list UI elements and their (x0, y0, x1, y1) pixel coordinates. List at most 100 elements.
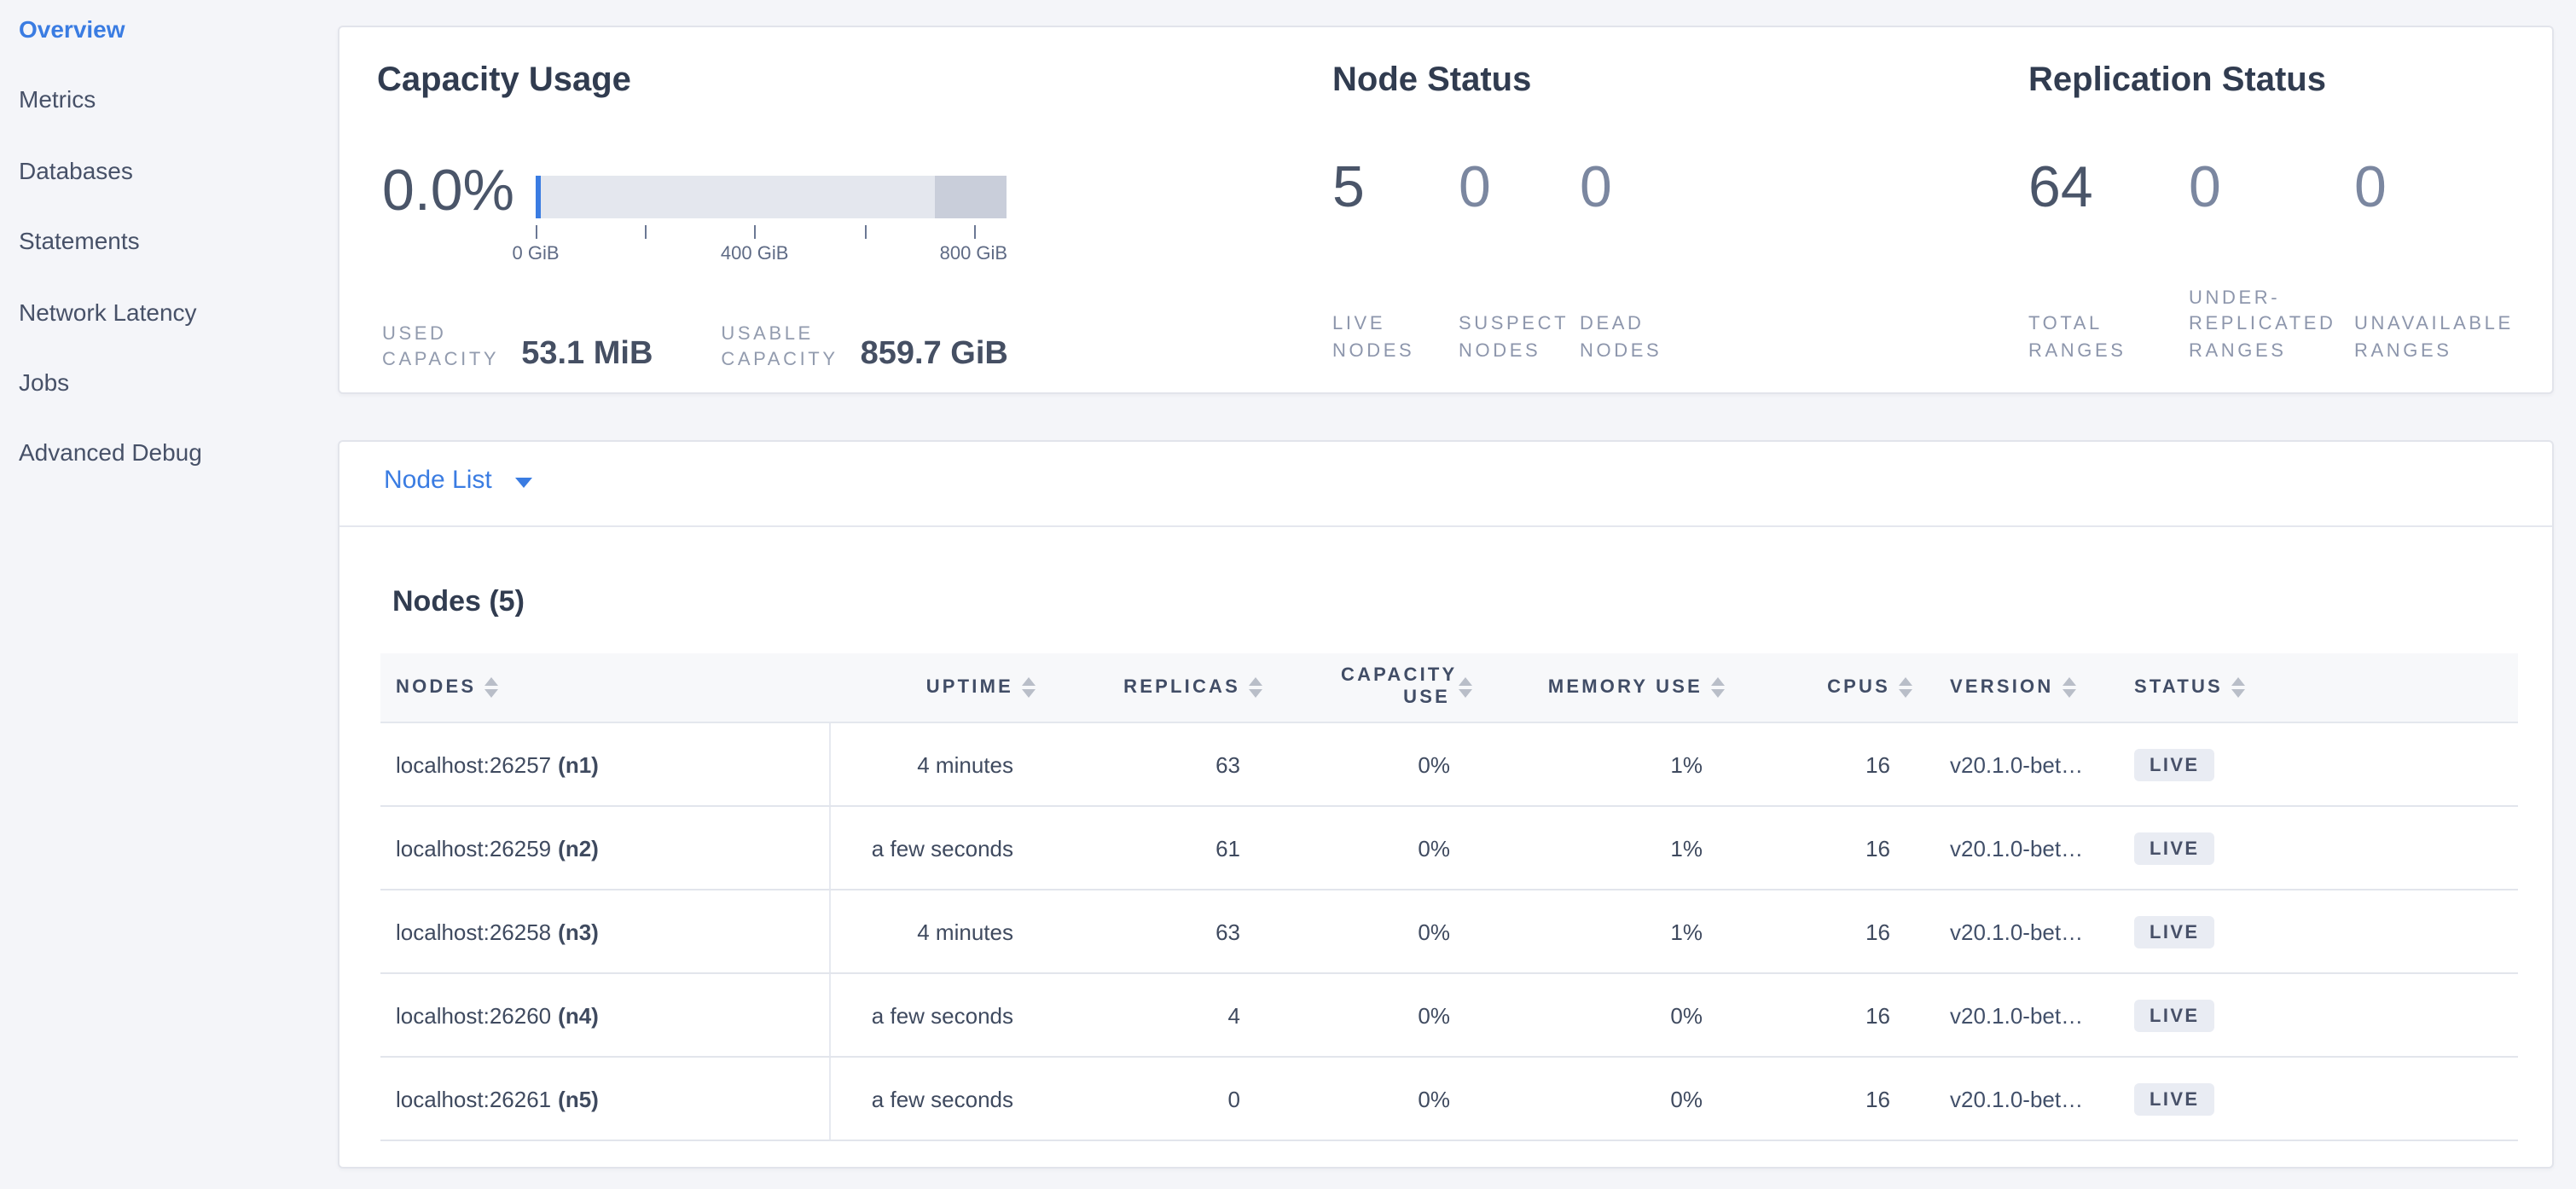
cpus-cell: 16 (1725, 974, 1912, 1056)
stat-value: 64 (2028, 154, 2093, 222)
axis-tick-label: 800 GiB (940, 244, 1008, 264)
memory-use-cell: 0% (1472, 1058, 1725, 1140)
stat-label: TOTALRANGES (2028, 312, 2126, 365)
replicas-cell: 61 (1036, 807, 1262, 889)
version-cell: v20.1.0-bet… (1912, 807, 2134, 889)
stat-value: 0 (1580, 154, 1612, 222)
nodes-table-header: NODES UPTIME REPLICAS CAPACITY USE MEMOR… (380, 653, 2518, 723)
used-capacity-label: USEDCAPACITY (382, 322, 499, 374)
stat-label: UNAVAILABLERANGES (2354, 312, 2514, 365)
node-list-card: Node List Nodes (5) NODES UPTIME REPLICA… (338, 440, 2554, 1169)
column-header-capacity-use[interactable]: CAPACITY USE (1262, 653, 1472, 722)
chevron-down-icon (516, 477, 533, 487)
capacity-used-percent: 0.0% (382, 157, 514, 225)
status-badge: LIVE (2134, 1082, 2215, 1115)
capacity-use-cell: 0% (1262, 807, 1472, 889)
stat-value: 0 (2354, 154, 2387, 222)
table-row[interactable]: localhost:26260(n4) a few seconds 4 0% 0… (380, 974, 2518, 1058)
uptime-cell: a few seconds (831, 1058, 1036, 1140)
table-row[interactable]: localhost:26259(n2) a few seconds 61 0% … (380, 807, 2518, 890)
node-address[interactable]: localhost:26259 (396, 835, 551, 861)
stat-value: 0 (1459, 154, 1491, 222)
node-address[interactable]: localhost:26258 (396, 919, 551, 944)
stat-dead-nodes: 0DEADNODES (1580, 154, 1662, 365)
capacity-use-cell: 0% (1262, 974, 1472, 1056)
cpus-cell: 16 (1725, 1058, 1912, 1140)
sort-icon (484, 677, 498, 698)
uptime-cell: 4 minutes (831, 723, 1036, 805)
version-cell: v20.1.0-bet… (1912, 890, 2134, 972)
node-address[interactable]: localhost:26257 (396, 751, 551, 777)
nodes-table-body: localhost:26257 (n1) 4 minutes 63 0% 1% 1… (380, 723, 2518, 1141)
column-header-uptime[interactable]: UPTIME (831, 653, 1036, 722)
nodes-table: NODES UPTIME REPLICAS CAPACITY USE MEMOR… (380, 653, 2518, 1141)
column-header-nodes[interactable]: NODES (380, 653, 831, 722)
table-row[interactable]: localhost:26261(n5) a few seconds 0 0% 0… (380, 1058, 2518, 1141)
sidebar: OverviewMetricsDatabasesStatementsNetwor… (0, 0, 334, 1189)
nodes-count-heading: Nodes (5) (392, 585, 525, 619)
memory-use-cell: 1% (1472, 890, 1725, 972)
capacity-bar-dark-segment (935, 176, 1007, 218)
node-id: (n2) (558, 835, 599, 861)
axis-tick (973, 225, 975, 239)
replication-status-title: Replication Status (2028, 61, 2326, 101)
stat-total-ranges: 64 TOTALRANGES (2028, 154, 2126, 365)
memory-use-cell: 1% (1472, 807, 1725, 889)
axis-tick-label: 0 GiB (512, 244, 559, 264)
axis-tick (864, 225, 866, 239)
stat-value: 5 (1332, 154, 1365, 222)
node-address[interactable]: localhost:26260 (396, 1002, 551, 1028)
sidebar-item-advanced-debug[interactable]: Advanced Debug (0, 429, 334, 500)
uptime-cell: a few seconds (831, 974, 1036, 1056)
stat-suspect-nodes: 0 SUSPECTNODES (1459, 154, 1569, 365)
node-id: (n3) (558, 919, 599, 944)
memory-use-cell: 1% (1472, 723, 1725, 805)
table-row[interactable]: localhost:26258(n3) 4 minutes 63 0% 1% 1… (380, 890, 2518, 974)
node-list-header-bar: Node List (339, 442, 2552, 527)
node-id: (n1) (558, 751, 599, 777)
capacity-use-cell: 0% (1262, 723, 1472, 805)
usable-capacity-label: USABLECAPACITY (721, 322, 838, 374)
column-header-cpus[interactable]: CPUS (1725, 653, 1912, 722)
used-capacity-value: 53.1 MiB (521, 336, 653, 374)
cluster-summary-card: Capacity Usage 0.0% 0 GiB400 GiB800 GiB … (338, 26, 2554, 394)
capacity-stats: USEDCAPACITY 53.1 MiB USABLECAPACITY 859… (382, 322, 1008, 374)
version-cell: v20.1.0-bet… (1912, 974, 2134, 1056)
table-row[interactable]: localhost:26257 (n1) 4 minutes 63 0% 1% 1… (380, 723, 2518, 807)
node-id: (n5) (558, 1086, 599, 1111)
replicas-cell: 63 (1036, 890, 1262, 972)
stat-label: UNDER-REPLICATEDRANGES (2189, 286, 2336, 365)
node-status-title: Node Status (1332, 61, 1531, 101)
stat-label: LIVENODES (1332, 312, 1414, 365)
stat-live-nodes: 5 LIVENODES (1332, 154, 1414, 365)
cpus-cell: 16 (1725, 807, 1912, 889)
usable-capacity-value: 859.7 GiB (861, 336, 1008, 374)
column-header-status[interactable]: STATUS (2134, 653, 2518, 722)
node-id: (n4) (558, 1002, 599, 1028)
capacity-usage-title: Capacity Usage (377, 61, 631, 101)
version-cell: v20.1.0-bet… (1912, 1058, 2134, 1140)
capacity-use-cell: 0% (1262, 890, 1472, 972)
axis-tick (645, 225, 647, 239)
column-header-replicas[interactable]: REPLICAS (1036, 653, 1262, 722)
node-address[interactable]: localhost:26261 (396, 1086, 551, 1111)
node-list-dropdown-label: Node List (384, 466, 492, 495)
sidebar-item-network-latency[interactable]: Network Latency (0, 287, 334, 358)
column-header-memory-use[interactable]: MEMORY USE (1472, 653, 1725, 722)
sidebar-item-jobs[interactable]: Jobs (0, 358, 334, 429)
sidebar-item-metrics[interactable]: Metrics (0, 76, 334, 147)
uptime-cell: a few seconds (831, 807, 1036, 889)
sidebar-item-databases[interactable]: Databases (0, 147, 334, 218)
sort-icon (1899, 677, 1912, 698)
sidebar-item-overview[interactable]: Overview (0, 5, 334, 76)
uptime-cell: 4 minutes (831, 890, 1036, 972)
sidebar-item-statements[interactable]: Statements (0, 217, 334, 287)
replicas-cell: 63 (1036, 723, 1262, 805)
cpus-cell: 16 (1725, 723, 1912, 805)
status-badge: LIVE (2134, 915, 2215, 948)
node-list-dropdown[interactable]: Node List (384, 466, 533, 495)
stat-label: SUSPECTNODES (1459, 312, 1569, 365)
column-header-version[interactable]: VERSION (1912, 653, 2134, 722)
status-badge: LIVE (2134, 999, 2215, 1031)
sort-icon (1022, 677, 1036, 698)
